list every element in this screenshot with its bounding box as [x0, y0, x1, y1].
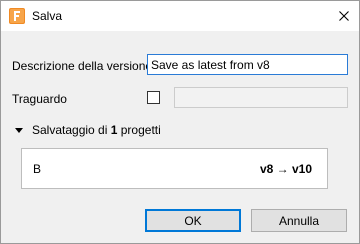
ok-button[interactable]: OK: [145, 209, 241, 232]
title-bar[interactable]: Salva: [1, 1, 359, 31]
saving-projects-label: Salvataggio di 1 progetti: [32, 123, 161, 137]
save-dialog: Salva Descrizione della versione Traguar…: [0, 0, 360, 244]
cancel-button[interactable]: Annulla: [251, 209, 347, 232]
milestone-label: Traguardo: [12, 92, 67, 106]
close-button[interactable]: [329, 1, 359, 31]
fusion-app-icon: [9, 8, 25, 24]
project-list: B v8 → v10: [21, 148, 328, 189]
saving-projects-toggle[interactable]: Salvataggio di 1 progetti: [13, 122, 161, 138]
window-title: Salva: [32, 9, 63, 23]
expand-triangle-icon: [15, 127, 23, 133]
description-label: Descrizione della versione: [12, 59, 153, 73]
project-name: B: [33, 162, 42, 176]
description-input[interactable]: [147, 54, 348, 75]
milestone-input: [174, 87, 348, 108]
project-version-change: v8 → v10: [259, 162, 312, 176]
milestone-checkbox[interactable]: [147, 91, 160, 104]
close-icon: [339, 11, 349, 21]
